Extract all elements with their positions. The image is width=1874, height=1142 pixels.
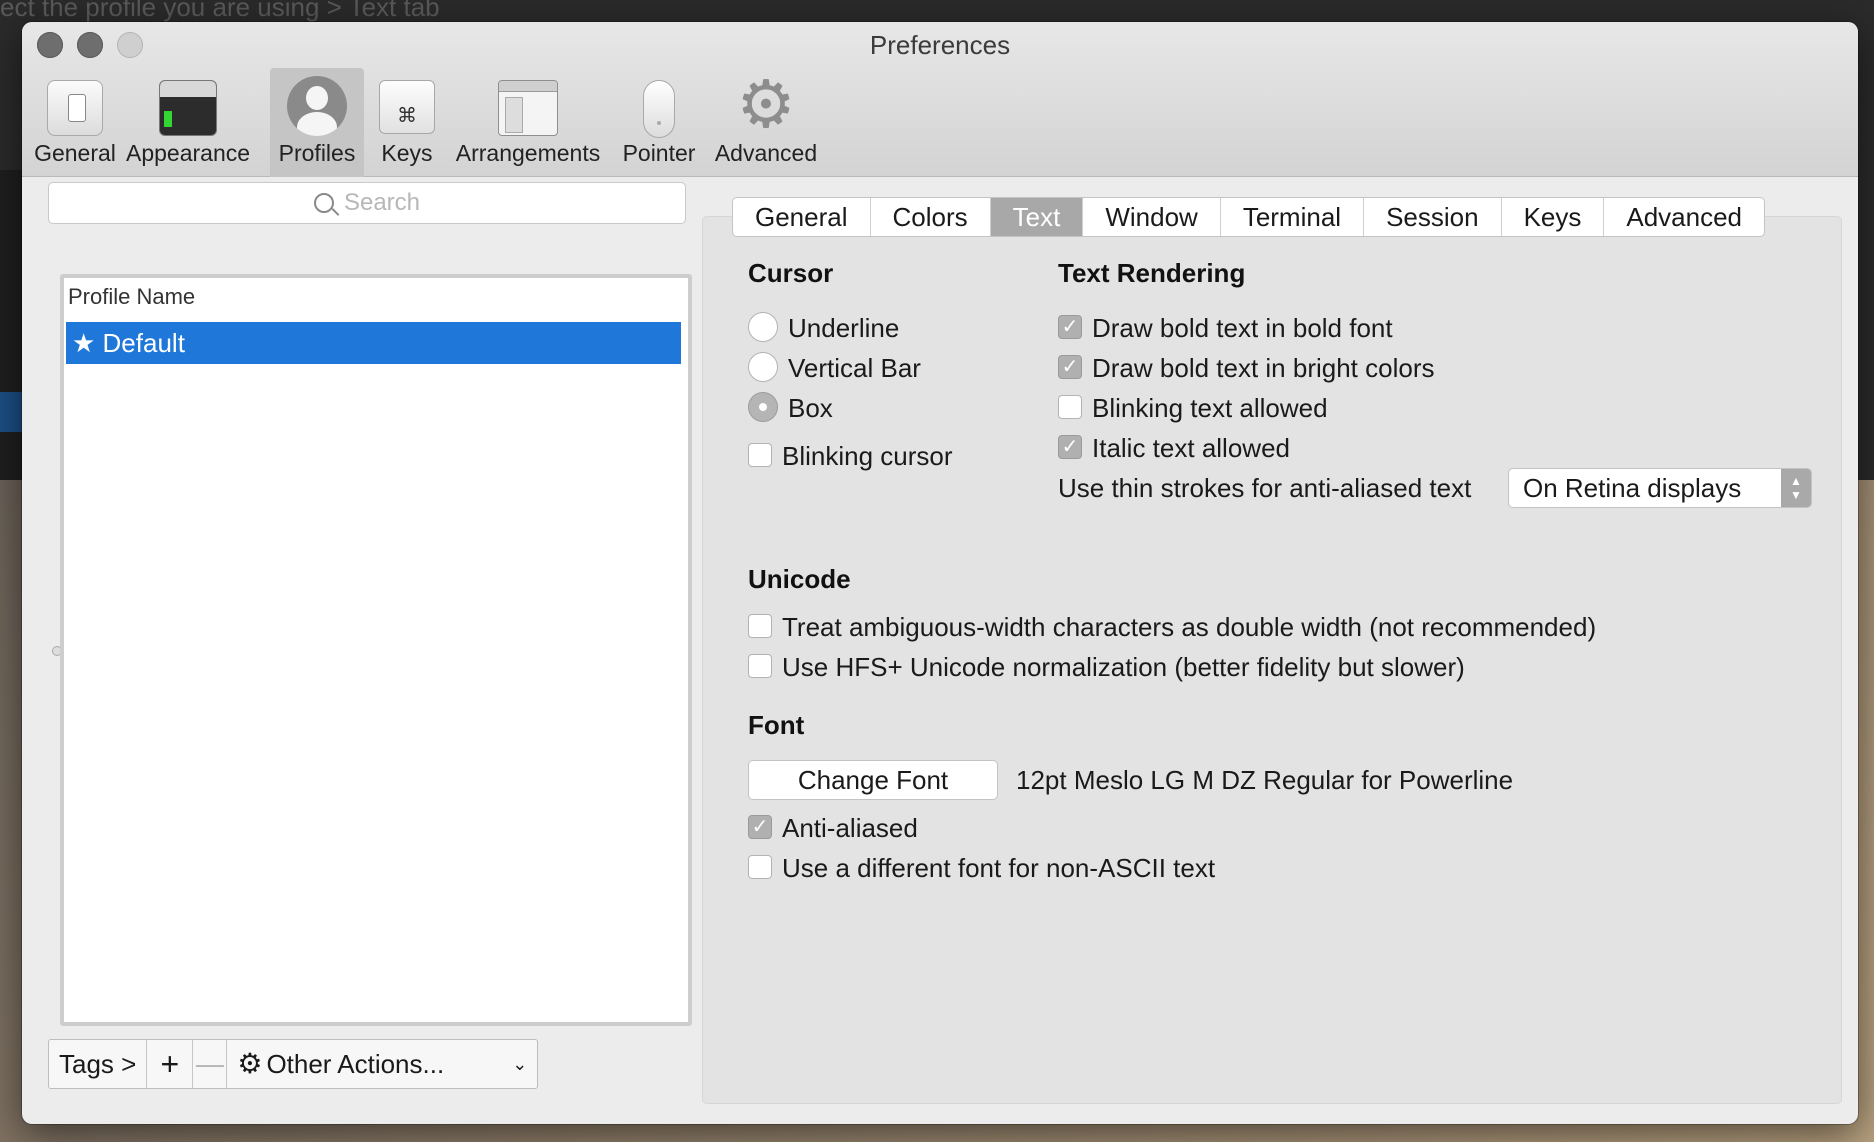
- add-profile-button[interactable]: +: [147, 1040, 194, 1088]
- other-actions-dropdown[interactable]: ⚙ Other Actions... ⌄: [227, 1040, 537, 1088]
- anti-aliased-checkbox[interactable]: ✓ Anti-aliased: [748, 813, 918, 843]
- checkbox-label: Blinking cursor: [782, 441, 953, 471]
- hfs-normalization-checkbox[interactable]: Use HFS+ Unicode normalization (better f…: [748, 652, 1465, 682]
- profile-actions-bar: Tags > + — ⚙ Other Actions... ⌄: [48, 1039, 539, 1089]
- cursor-underline-radio[interactable]: Underline: [748, 312, 900, 343]
- bold-font-checkbox[interactable]: ✓ Draw bold text in bold font: [1058, 313, 1393, 343]
- font-heading: Font: [748, 710, 805, 740]
- gear-icon: ⚙: [736, 67, 796, 141]
- checkbox[interactable]: ✓: [748, 815, 772, 840]
- cursor-heading: Cursor: [748, 258, 834, 288]
- checkbox-label: Anti-aliased: [782, 813, 918, 843]
- tab-text[interactable]: Text: [990, 198, 1084, 236]
- radio-label: Box: [788, 393, 833, 423]
- checkbox[interactable]: ✓: [1058, 355, 1082, 380]
- ambiguous-width-checkbox[interactable]: Treat ambiguous-width characters as doub…: [748, 612, 1596, 642]
- checkbox-label: Blinking text allowed: [1092, 393, 1328, 423]
- checkbox-label: Use HFS+ Unicode normalization (better f…: [782, 652, 1465, 682]
- arrangements-icon: [498, 80, 558, 136]
- toolbar-label: Profiles: [278, 140, 356, 166]
- toolbar-appearance[interactable]: Appearance: [126, 68, 250, 177]
- tab-colors[interactable]: Colors: [871, 198, 991, 236]
- profile-row-default[interactable]: ★ Default: [66, 322, 681, 364]
- tags-button[interactable]: Tags >: [49, 1040, 148, 1088]
- checkbox[interactable]: [748, 855, 772, 880]
- checkbox[interactable]: [748, 443, 772, 468]
- tab-advanced[interactable]: Advanced: [1604, 198, 1764, 236]
- change-font-button[interactable]: Change Font: [748, 760, 998, 800]
- checkbox-label: Draw bold text in bold font: [1092, 313, 1393, 343]
- tab-window[interactable]: Window: [1083, 198, 1221, 236]
- radio-button[interactable]: [748, 312, 778, 343]
- bright-colors-checkbox[interactable]: ✓ Draw bold text in bright colors: [1058, 353, 1434, 383]
- italic-text-checkbox[interactable]: ✓ Italic text allowed: [1058, 433, 1290, 463]
- remove-profile-button[interactable]: —: [193, 1040, 228, 1088]
- checkbox[interactable]: [748, 614, 772, 639]
- checkbox-label: Italic text allowed: [1092, 433, 1290, 463]
- toolbar-advanced[interactable]: ⚙ Advanced: [712, 68, 820, 177]
- thin-strokes-select[interactable]: On Retina displays ▲ ▼: [1508, 468, 1812, 508]
- tab-keys[interactable]: Keys: [1502, 198, 1605, 236]
- profile-tabs: General Colors Text Window Terminal Sess…: [732, 197, 1766, 237]
- blinking-cursor-checkbox[interactable]: Blinking cursor: [748, 441, 953, 471]
- blinking-text-checkbox[interactable]: Blinking text allowed: [1058, 393, 1328, 423]
- gear-icon: ⚙: [237, 1048, 263, 1079]
- other-actions-label: Other Actions...: [266, 1049, 445, 1079]
- tab-general[interactable]: General: [733, 198, 871, 236]
- search-input[interactable]: Search: [48, 182, 686, 224]
- tab-session[interactable]: Session: [1364, 198, 1502, 236]
- toolbar-pointer[interactable]: Pointer: [614, 68, 704, 177]
- chevron-down-icon: ⌄: [512, 1054, 528, 1074]
- toolbar-profiles[interactable]: Profiles: [270, 68, 364, 177]
- checkbox[interactable]: ✓: [1058, 315, 1082, 340]
- search-icon: [313, 193, 334, 213]
- non-ascii-font-checkbox[interactable]: Use a different font for non-ASCII text: [748, 853, 1215, 883]
- toolbar-label: Keys: [381, 140, 433, 166]
- radio-button[interactable]: [748, 392, 778, 423]
- general-icon: [47, 80, 103, 136]
- cursor-box-radio[interactable]: Box: [748, 392, 833, 423]
- profile-list: Profile Name ★ Default: [60, 274, 692, 1026]
- text-rendering-heading: Text Rendering: [1058, 258, 1246, 288]
- background-text: ect the profile you are using > Text tab: [0, 0, 440, 22]
- search-placeholder: Search: [343, 189, 421, 216]
- radio-label: Underline: [788, 313, 900, 343]
- appearance-icon: [159, 80, 217, 136]
- select-value: On Retina displays: [1523, 473, 1742, 503]
- pointer-icon: [643, 80, 675, 138]
- thin-strokes-label: Use thin strokes for anti-aliased text: [1058, 473, 1472, 503]
- titlebar: Preferences General Appearance Profiles …: [22, 22, 1858, 177]
- checkbox-label: Draw bold text in bright colors: [1092, 353, 1435, 383]
- tab-terminal[interactable]: Terminal: [1221, 198, 1365, 236]
- window-title: Preferences: [869, 30, 1011, 60]
- checkbox-label: Treat ambiguous-width characters as doub…: [782, 612, 1597, 642]
- toolbar-label: Pointer: [622, 140, 696, 166]
- current-font-label: 12pt Meslo LG M DZ Regular for Powerline: [1016, 765, 1514, 795]
- toolbar-arrangements[interactable]: Arrangements: [452, 68, 604, 177]
- unicode-heading: Unicode: [748, 564, 851, 594]
- radio-label: Vertical Bar: [788, 353, 921, 383]
- toolbar-general[interactable]: General: [34, 68, 116, 177]
- toolbar-label: General: [34, 140, 116, 166]
- checkbox[interactable]: [1058, 395, 1082, 420]
- radio-button[interactable]: [748, 352, 778, 383]
- profile-name-column-header[interactable]: Profile Name: [68, 284, 195, 310]
- cursor-vertical-bar-radio[interactable]: Vertical Bar: [748, 352, 921, 383]
- toolbar-keys[interactable]: ⌘ Keys: [374, 68, 440, 177]
- profile-icon: [287, 76, 347, 136]
- checkbox[interactable]: ✓: [1058, 435, 1082, 460]
- checkbox-label: Use a different font for non-ASCII text: [782, 853, 1216, 883]
- chevron-updown-icon: ▲ ▼: [1781, 469, 1811, 507]
- checkbox[interactable]: [748, 654, 772, 679]
- keys-icon: ⌘: [379, 80, 435, 134]
- toolbar-label: Advanced: [714, 140, 818, 166]
- toolbar-label: Arrangements: [455, 140, 601, 166]
- toolbar-label: Appearance: [126, 140, 251, 166]
- preferences-window: Preferences General Appearance Profiles …: [22, 22, 1858, 1124]
